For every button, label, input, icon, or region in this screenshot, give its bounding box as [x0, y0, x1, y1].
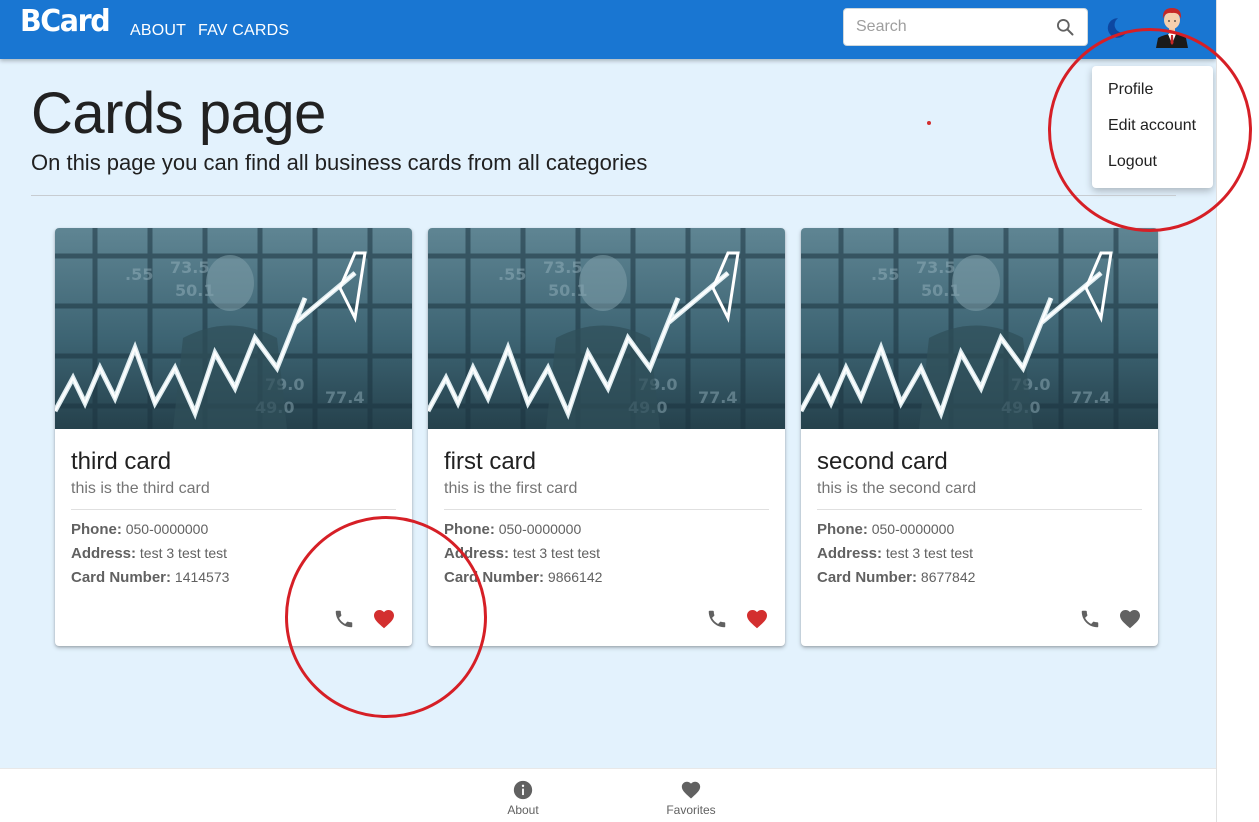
card-phone-value: 050-0000000 — [871, 521, 955, 537]
page-subtitle: On this page you can find all business c… — [31, 150, 648, 175]
card-address-label: Address: — [71, 545, 137, 562]
bottom-nav-favorites-label: Favorites — [666, 803, 716, 817]
card-image — [428, 228, 785, 429]
card-phone-label: Phone: — [817, 521, 868, 538]
heart-icon — [681, 781, 701, 799]
card-address-value: test 3 test test — [885, 545, 974, 561]
bottom-nav-favorites[interactable]: Favorites — [651, 779, 731, 817]
search-icon[interactable] — [1055, 17, 1075, 37]
business-card[interactable]: second card this is the second card Phon… — [801, 228, 1158, 646]
bottom-nav-about[interactable]: About — [483, 779, 563, 817]
heart-icon[interactable] — [745, 607, 769, 631]
divider — [31, 195, 1176, 196]
card-address: Address: test 3 test test — [71, 545, 227, 562]
logo[interactable]: BCard — [20, 4, 111, 39]
card-subtitle: this is the first card — [444, 480, 578, 497]
card-number-value: 1414573 — [174, 569, 230, 585]
card-image — [55, 228, 412, 429]
card-subtitle: this is the second card — [817, 480, 977, 497]
card-number: Card Number: 1414573 — [71, 569, 229, 586]
card-title: second card — [817, 448, 948, 475]
card-address-value: test 3 test test — [512, 545, 601, 561]
card-title: third card — [71, 448, 172, 475]
phone-icon[interactable] — [1079, 608, 1101, 630]
annotation-circle-card-actions — [285, 516, 487, 718]
card-divider — [817, 509, 1142, 510]
page-title: Cards page — [31, 81, 326, 146]
red-dot-mark — [927, 121, 931, 125]
card-phone: Phone: 050-0000000 — [71, 521, 208, 538]
info-icon — [513, 780, 533, 800]
card-address-value: test 3 test test — [139, 545, 228, 561]
card-number-value: 9866142 — [547, 569, 603, 585]
card-phone-label: Phone: — [444, 521, 495, 538]
bottom-nav-about-label: About — [507, 803, 539, 817]
nav-fav-cards-link[interactable]: FAV CARDS — [198, 22, 289, 40]
card-number-value: 8677842 — [920, 569, 976, 585]
card-phone: Phone: 050-0000000 — [817, 521, 954, 538]
bottom-navigation: About Favorites — [0, 768, 1216, 822]
card-number-label: Card Number: — [817, 569, 918, 586]
search-box — [843, 8, 1088, 46]
card-phone: Phone: 050-0000000 — [444, 521, 581, 538]
card-divider — [71, 509, 396, 510]
app-header: BCard ABOUT FAV CARDS — [0, 0, 1216, 59]
card-divider — [444, 509, 769, 510]
card-phone-label: Phone: — [71, 521, 122, 538]
app-root: BCard ABOUT FAV CARDS Profile Edit acco — [0, 0, 1216, 822]
card-subtitle: this is the third card — [71, 480, 210, 497]
card-phone-value: 050-0000000 — [125, 521, 209, 537]
card-number-label: Card Number: — [71, 569, 172, 586]
heart-icon[interactable] — [1118, 607, 1142, 631]
card-phone-value: 050-0000000 — [498, 521, 582, 537]
card-address: Address: test 3 test test — [817, 545, 973, 562]
card-title: first card — [444, 448, 537, 475]
card-address-label: Address: — [817, 545, 883, 562]
nav-about-link[interactable]: ABOUT — [130, 22, 186, 40]
annotation-circle-menu — [1048, 28, 1252, 232]
card-image — [801, 228, 1158, 429]
phone-icon[interactable] — [706, 608, 728, 630]
card-number: Card Number: 8677842 — [817, 569, 975, 586]
search-input[interactable] — [856, 9, 1051, 45]
